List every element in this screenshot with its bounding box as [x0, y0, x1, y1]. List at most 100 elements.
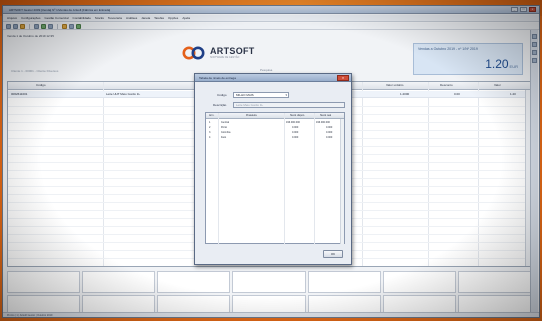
refresh-icon[interactable]	[41, 23, 46, 29]
logo-name: ARTSOFT	[210, 45, 255, 56]
column-header-shelf[interactable]: Prateleira	[246, 114, 257, 117]
maximize-button[interactable]: □	[520, 7, 527, 12]
folder-icon[interactable]	[62, 23, 67, 29]
stock-table[interactable]: Arm. Prateleira Stock dispon. Stock real…	[205, 112, 345, 245]
new-icon[interactable]	[6, 23, 11, 29]
grid-divider	[428, 82, 429, 266]
column-header-discount[interactable]: Desconto	[440, 83, 453, 87]
status-bar: Pronto | 1 | Artsoft Gestor | Outubro 20…	[3, 312, 539, 317]
total-panel: Vendas a Outubro 2019 - nº 1/Nº 2019 1.2…	[413, 43, 523, 75]
minimize-button[interactable]: _	[511, 7, 518, 12]
grid-divider	[478, 82, 479, 266]
document-info: Venda 1 de Outubro de 2019 12:35	[7, 34, 54, 38]
cell-real: 0.000	[326, 125, 333, 129]
cell-value: 1.20	[510, 92, 516, 96]
side-tool-icon[interactable]	[532, 58, 537, 63]
menu-item-opcoes[interactable]: Opções	[168, 15, 178, 21]
cell-available: 196.000.000	[286, 120, 300, 124]
column-header-code[interactable]: Código	[36, 83, 46, 87]
menu-item-analises[interactable]: Análises	[126, 15, 137, 21]
logo-text: ARTSOFT SOFTWARE DE GESTÃO	[210, 45, 255, 60]
window-controls: _ □ x	[511, 7, 536, 13]
cell-real: 196.000.000	[316, 120, 330, 124]
total-value: 1.20	[485, 57, 509, 71]
cell-code: 0062611001	[11, 92, 28, 96]
quick-tile[interactable]	[382, 271, 456, 293]
description-value: Leite Meio Gordo 1L	[236, 103, 264, 107]
cell-available: 0.000	[292, 130, 299, 134]
side-toolbar	[530, 30, 538, 315]
open-icon[interactable]	[13, 23, 18, 29]
code-value: MILHO MAIS	[236, 93, 254, 97]
quick-tile[interactable]	[457, 271, 531, 293]
stock-table-header: Arm. Prateleira Stock dispon. Stock real	[206, 113, 344, 119]
search-caption: Pesquisa	[260, 68, 273, 72]
logo-tagline: SOFTWARE DE GESTÃO	[210, 55, 240, 59]
menu-item-gestao-comercial[interactable]: Gestão Comercial	[45, 15, 69, 21]
column-header-unit-price[interactable]: Valor unitário	[386, 83, 403, 87]
dialog-close-button[interactable]: ×	[337, 75, 349, 81]
window-title: ARTSOFT Gestor 2009 [Venda] Nº 1/Ventas …	[9, 8, 111, 12]
print-icon[interactable]	[34, 23, 39, 29]
menu-item-janela[interactable]: Janela	[141, 15, 150, 21]
cell-shelf: Central	[221, 120, 230, 124]
menu-item-contabilidade[interactable]: Contabilidade	[73, 15, 91, 21]
dialog-title-bar: Tabela de níveis de entrega ×	[195, 74, 351, 82]
toolbar-separator	[29, 23, 30, 29]
total-amount: 1.20EUR	[485, 57, 518, 71]
artsoft-logo: ARTSOFT SOFTWARE DE GESTÃO	[181, 46, 255, 60]
chevron-down-icon[interactable]: ▾	[285, 93, 287, 97]
side-tool-icon[interactable]	[532, 50, 537, 55]
quick-tile[interactable]	[232, 271, 306, 293]
customer-info: Cliente 1 - 00001 - Cliente Diversos	[11, 69, 59, 73]
quick-tile[interactable]	[157, 271, 231, 293]
code-label: Código	[217, 93, 227, 97]
search-icon[interactable]	[48, 23, 53, 29]
logo-rings-icon	[182, 46, 205, 60]
menu-item-arquivo[interactable]: Arquivo	[7, 15, 17, 21]
save-icon[interactable]	[20, 23, 25, 29]
cell-available: 0.000	[292, 125, 299, 129]
cell-discount: 0.00	[454, 92, 460, 96]
close-button[interactable]: x	[529, 7, 536, 12]
ok-button[interactable]: OK	[323, 250, 343, 258]
menu-item-stocks[interactable]: Stocks	[95, 15, 104, 21]
stock-dialog: Tabela de níveis de entrega × Código MIL…	[194, 73, 352, 265]
cell-shelf: Porto	[221, 125, 227, 129]
column-header-value[interactable]: Valor	[494, 83, 501, 87]
side-tool-icon[interactable]	[532, 42, 537, 47]
total-unit: EUR	[509, 64, 518, 69]
menu-bar: Arquivo Configurações Gestão Comercial C…	[3, 15, 539, 22]
menu-item-configuracoes[interactable]: Configurações	[21, 15, 40, 21]
column-header-warehouse[interactable]: Arm.	[209, 114, 214, 117]
grid-divider	[103, 82, 104, 266]
cell-shelf: Faro	[221, 135, 227, 139]
menu-item-ajuda[interactable]: Ajuda	[182, 15, 190, 21]
cell-real: 0.000	[326, 135, 333, 139]
quick-tile[interactable]	[7, 271, 81, 293]
cell-available: 0.000	[292, 135, 299, 139]
stock-table-scrollbar[interactable]	[340, 119, 344, 244]
menu-item-tarefas[interactable]: Tarefas	[154, 15, 164, 21]
cell-warehouse: 4	[209, 135, 211, 139]
stock-row[interactable]: 4 Faro 0.000 0.000	[206, 135, 344, 140]
title-bar: ARTSOFT Gestor 2009 [Venda] Nº 1/Ventas …	[3, 6, 539, 14]
toolbar-separator	[57, 23, 58, 29]
quick-tiles	[7, 271, 531, 316]
help-icon[interactable]	[76, 23, 81, 29]
cell-shelf: Coimbra	[221, 130, 231, 134]
menu-item-tesouraria[interactable]: Tesouraria	[108, 15, 122, 21]
column-header-available[interactable]: Stock dispon.	[290, 114, 305, 117]
toolbar	[3, 23, 539, 30]
cell-warehouse: 1	[209, 120, 211, 124]
total-label: Vendas a Outubro 2019 - nº 1/Nº 2019	[418, 47, 478, 51]
column-header-real[interactable]: Stock real	[320, 114, 331, 117]
quick-tile[interactable]	[82, 271, 156, 293]
side-tool-icon[interactable]	[532, 34, 537, 39]
quick-tile[interactable]	[307, 271, 381, 293]
cell-warehouse: 3	[209, 130, 211, 134]
code-field[interactable]: MILHO MAIS ▾	[233, 92, 289, 98]
settings-icon[interactable]	[69, 23, 74, 29]
description-field[interactable]: Leite Meio Gordo 1L	[233, 102, 345, 108]
status-text: Pronto | 1 | Artsoft Gestor | Outubro 20…	[7, 314, 53, 317]
